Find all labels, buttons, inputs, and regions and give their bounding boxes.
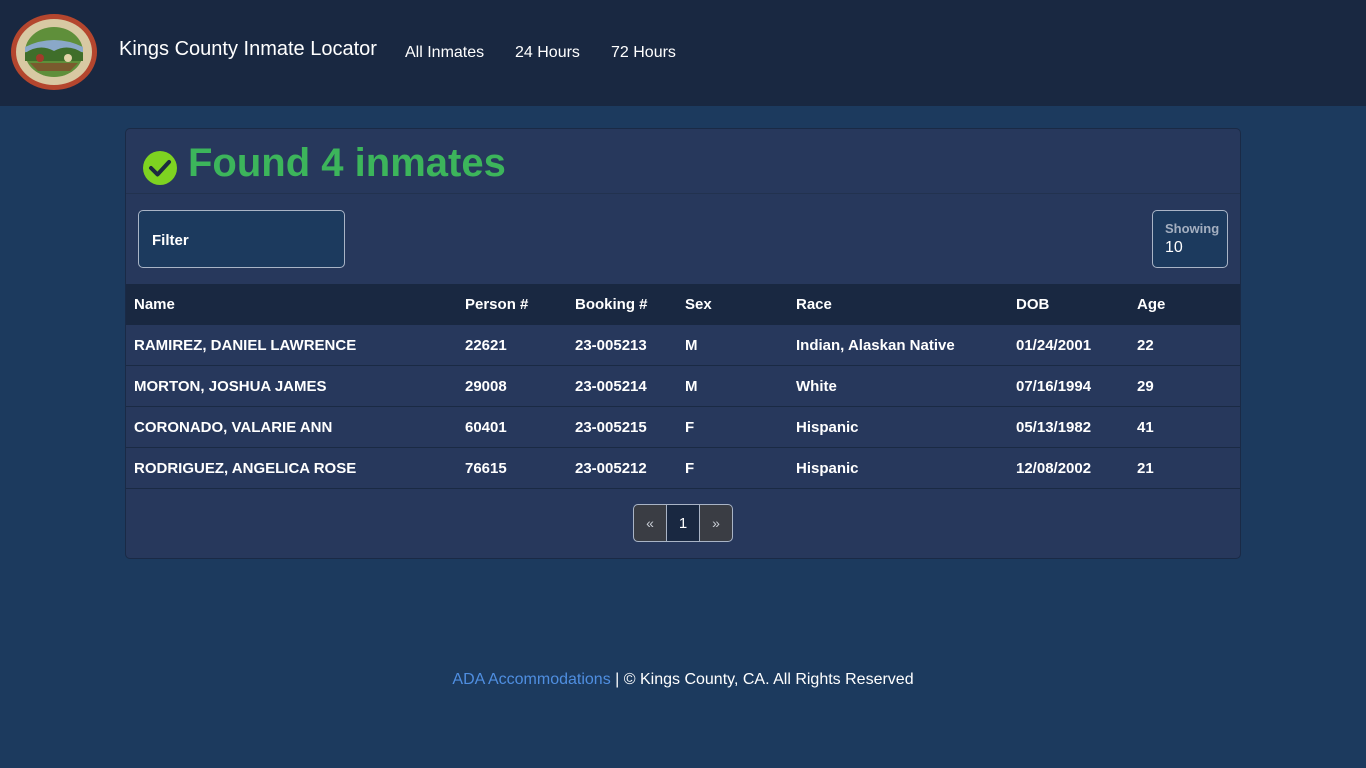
cell-sex: M	[685, 337, 698, 354]
check-circle-icon	[143, 151, 177, 185]
table-row[interactable]: RODRIGUEZ, ANGELICA ROSE 76615 23-005212…	[126, 448, 1240, 489]
cell-sex: M	[685, 378, 698, 395]
cell-sex: F	[685, 460, 695, 477]
nav-72-hours[interactable]: 72 Hours	[611, 44, 676, 62]
column-header-dob[interactable]: DOB	[1016, 296, 1049, 313]
cell-race: White	[796, 378, 837, 395]
pagination-page-1[interactable]: 1	[667, 504, 700, 542]
cell-age: 22	[1137, 337, 1154, 354]
cell-race: Indian, Alaskan Native	[796, 337, 955, 354]
cell-age: 21	[1137, 460, 1154, 477]
cell-name: MORTON, JOSHUA JAMES	[134, 378, 327, 395]
cell-booking: 23-005213	[575, 337, 647, 354]
column-header-sex[interactable]: Sex	[685, 296, 712, 313]
cell-dob: 01/24/2001	[1016, 337, 1092, 354]
results-title: Found 4 inmates	[188, 141, 506, 185]
table-row[interactable]: RAMIREZ, DANIEL LAWRENCE 22621 23-005213…	[126, 325, 1240, 366]
cell-race: Hispanic	[796, 460, 859, 477]
cell-name: RAMIREZ, DANIEL LAWRENCE	[134, 337, 357, 354]
showing-select[interactable]: Showing 10	[1152, 210, 1228, 268]
cell-dob: 07/16/1994	[1016, 378, 1092, 395]
cell-sex: F	[685, 419, 695, 436]
pagination-next-button[interactable]: »	[700, 504, 733, 542]
site-brand[interactable]: Kings County Inmate Locator	[119, 38, 377, 61]
kings-county-seal-icon[interactable]	[10, 13, 98, 91]
cell-age: 41	[1137, 419, 1154, 436]
cell-name: RODRIGUEZ, ANGELICA ROSE	[134, 460, 357, 477]
results-card: Found 4 inmates Filter Showing 10 Name P…	[125, 128, 1241, 559]
table-row[interactable]: MORTON, JOSHUA JAMES 29008 23-005214 M W…	[126, 366, 1240, 407]
filter-input[interactable]: Filter	[138, 210, 345, 268]
column-header-booking[interactable]: Booking #	[575, 296, 648, 313]
cell-race: Hispanic	[796, 419, 859, 436]
column-header-person[interactable]: Person #	[465, 296, 528, 313]
showing-value: 10	[1165, 239, 1183, 256]
top-navbar: Kings County Inmate Locator All Inmates …	[0, 0, 1366, 106]
cell-age: 29	[1137, 378, 1154, 395]
ada-accommodations-link[interactable]: ADA Accommodations	[452, 671, 610, 688]
footer-copyright: | © Kings County, CA. All Rights Reserve…	[610, 671, 914, 688]
table-row[interactable]: CORONADO, VALARIE ANN 60401 23-005215 F …	[126, 407, 1240, 448]
table-header: Name Person # Booking # Sex Race DOB Age	[126, 284, 1240, 325]
cell-booking: 23-005212	[575, 460, 647, 477]
column-header-age[interactable]: Age	[1137, 296, 1165, 313]
pagination-prev-button[interactable]: «	[633, 504, 667, 542]
cell-person: 76615	[465, 460, 507, 477]
cell-dob: 05/13/1982	[1016, 419, 1092, 436]
pagination: « 1 »	[633, 504, 733, 542]
cell-dob: 12/08/2002	[1016, 460, 1092, 477]
filter-label: Filter	[152, 232, 189, 249]
footer: ADA Accommodations | © Kings County, CA.…	[0, 671, 1366, 689]
nav-all-inmates[interactable]: All Inmates	[405, 44, 484, 62]
results-header: Found 4 inmates	[126, 129, 1240, 194]
cell-booking: 23-005215	[575, 419, 647, 436]
column-header-name[interactable]: Name	[134, 296, 175, 313]
cell-name: CORONADO, VALARIE ANN	[134, 419, 333, 436]
showing-label: Showing	[1165, 221, 1220, 236]
nav-24-hours[interactable]: 24 Hours	[515, 44, 580, 62]
cell-person: 29008	[465, 378, 507, 395]
cell-person: 22621	[465, 337, 507, 354]
column-header-race[interactable]: Race	[796, 296, 832, 313]
cell-booking: 23-005214	[575, 378, 647, 395]
cell-person: 60401	[465, 419, 507, 436]
